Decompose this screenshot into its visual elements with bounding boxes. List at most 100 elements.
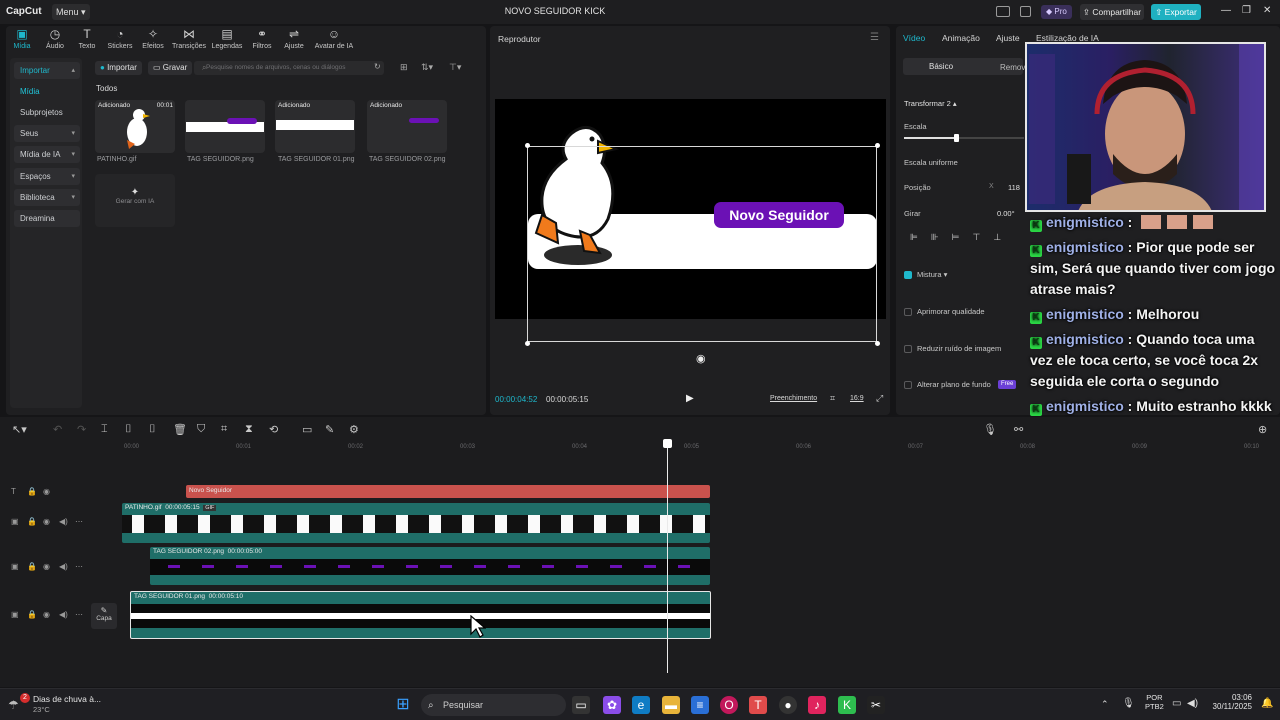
blend-checkbox[interactable] — [904, 271, 912, 279]
marker-icon[interactable]: ⛉ — [197, 423, 205, 436]
crop-icon[interactable]: ⌗ — [830, 393, 835, 404]
nav-library[interactable]: Biblioteca ▾ — [14, 189, 80, 206]
pro-badge[interactable]: ◆ Pro — [1041, 5, 1072, 19]
notepad-icon[interactable]: ≡ — [691, 696, 709, 714]
ai-tool-icon[interactable]: ⚙ — [349, 423, 359, 436]
zoom-icon[interactable]: ⊕ — [1258, 423, 1267, 436]
crop-tool-icon[interactable]: ⌗ — [221, 423, 227, 436]
microphone-icon[interactable]: 🎙 — [983, 423, 997, 436]
generate-ai-button[interactable]: ✦ Gerar com IA — [95, 174, 175, 227]
magic-icon[interactable]: ✎ — [325, 423, 334, 436]
more-icon[interactable]: ⋯ — [75, 610, 83, 619]
tag01-clip[interactable]: TAG SEGUIDOR 01.png 00:00:05:10 — [130, 591, 711, 639]
tag02-clip[interactable]: TAG SEGUIDOR 02.png 00:00:05:00 — [150, 547, 710, 585]
media-item-patinho[interactable]: Adicionado 00:01 — [95, 100, 175, 153]
obs-icon[interactable]: ● — [779, 696, 797, 714]
import-button[interactable]: ● Importar — [95, 61, 142, 75]
grid-view-icon[interactable]: ⊞ — [400, 62, 408, 73]
volume-icon[interactable]: ◀) — [1187, 698, 1198, 709]
freeze-icon[interactable]: ▭ — [302, 423, 312, 436]
align-toolbar[interactable]: ⊫⊪⊨⊤⊥ — [910, 232, 1014, 243]
record-button[interactable]: ▭ Gravar — [148, 61, 193, 75]
tab-adjust-inspector[interactable]: Ajuste — [996, 33, 1020, 43]
eye-icon[interactable]: ◉ — [43, 610, 50, 619]
lock-icon[interactable]: 🔒 — [27, 562, 37, 571]
scale-slider[interactable] — [904, 134, 1024, 142]
subtab-remove[interactable]: Remov — [1000, 63, 1025, 72]
opera-icon[interactable]: O — [720, 696, 738, 714]
nav-import[interactable]: Importar ▴ — [14, 62, 80, 79]
minimize-icon[interactable]: — — [1221, 5, 1231, 16]
chevron-up-icon[interactable]: ⌃ — [1101, 699, 1109, 710]
delete-icon[interactable]: 🗑 — [173, 423, 187, 436]
nav-dreamina[interactable]: Dreamina — [14, 210, 80, 227]
resize-handle[interactable] — [525, 143, 530, 148]
file-explorer-icon[interactable]: ▬ — [662, 696, 680, 714]
resize-handle[interactable] — [875, 341, 880, 346]
media-item-tag-seguidor[interactable] — [185, 100, 265, 153]
background-checkbox[interactable] — [904, 381, 912, 389]
speaker-icon[interactable]: ◀) — [59, 517, 68, 526]
resize-handle[interactable] — [875, 143, 880, 148]
sort-icon[interactable]: ⇅▾ — [421, 62, 433, 73]
text-clip[interactable]: Novo Seguidor — [186, 485, 710, 498]
taskbar-search[interactable]: Pesquisar — [421, 694, 566, 716]
eye-icon[interactable]: ◉ — [43, 487, 50, 496]
select-tool-icon[interactable]: ↖▾ — [12, 423, 27, 436]
tab-adjust[interactable]: ⇌ Ajuste — [274, 28, 314, 51]
windows-start-icon[interactable]: ⊞ — [394, 696, 412, 714]
capcut-icon[interactable]: ♪ — [808, 696, 826, 714]
playhead[interactable] — [663, 439, 672, 673]
lock-icon[interactable]: 🔒 — [27, 517, 37, 526]
export-button[interactable]: ⇧ Exportar — [1151, 4, 1201, 20]
mirror-icon[interactable]: ⧗ — [245, 423, 253, 436]
tab-animation[interactable]: Animação — [942, 33, 980, 43]
weather-widget[interactable]: 2 ☂ Dias de chuva à... 23°C — [6, 693, 136, 717]
player-menu-icon[interactable]: ☰ — [870, 32, 879, 43]
enhance-checkbox[interactable] — [904, 308, 912, 316]
rotate-handle-icon[interactable]: ◉ — [696, 352, 706, 365]
tab-ai-avatar[interactable]: ☺ Avatar de IA — [309, 28, 359, 51]
layout-icon[interactable] — [996, 6, 1010, 17]
kick-icon[interactable]: K — [838, 696, 856, 714]
capcut-editor-icon[interactable]: ✂ — [867, 696, 885, 714]
split-left-icon[interactable]: ⌷ — [125, 423, 132, 436]
nav-media[interactable]: Mídia — [14, 83, 80, 100]
playhead-handle[interactable] — [663, 439, 672, 448]
copilot-icon[interactable]: ✿ — [603, 696, 621, 714]
lock-icon[interactable]: 🔒 — [27, 487, 37, 496]
speaker-icon[interactable]: ◀) — [59, 610, 68, 619]
monitor-icon[interactable] — [1020, 6, 1031, 17]
patinho-clip[interactable]: PATINHO.gif 00:00:05:15 GIF — [122, 503, 710, 543]
transform-header[interactable]: Transformar 2 ▴ — [904, 99, 957, 108]
maximize-icon[interactable]: ❐ — [1242, 5, 1251, 16]
split-icon[interactable]: ⌶ — [101, 423, 108, 436]
tab-effects[interactable]: ✧ Efeitos — [133, 28, 173, 51]
filter-icon[interactable]: ⊤▾ — [449, 62, 461, 73]
lock-icon[interactable]: 🔒 — [27, 610, 37, 619]
clock[interactable]: 03:06 30/11/2025 — [1210, 693, 1252, 711]
preview-canvas[interactable]: Novo Seguidor — [495, 99, 886, 342]
denoise-checkbox[interactable] — [904, 345, 912, 353]
tab-transitions[interactable]: ⋈ Transições — [169, 28, 209, 51]
selection-box[interactable] — [527, 146, 877, 342]
notification-icon[interactable]: 🔔 — [1261, 698, 1273, 709]
mic-tray-icon[interactable]: 🎙 — [1122, 698, 1135, 709]
edge-icon[interactable]: e — [632, 696, 650, 714]
tab-video[interactable]: Vídeo — [903, 33, 925, 43]
close-icon[interactable]: ✕ — [1263, 5, 1271, 16]
more-icon[interactable]: ⋯ — [75, 517, 83, 526]
share-button[interactable]: ⇪ Compartilhar — [1080, 4, 1144, 20]
fill-button[interactable]: Preenchimento — [770, 395, 817, 402]
nav-ai-media[interactable]: Mídia de IA ▾ — [14, 146, 80, 163]
eye-icon[interactable]: ◉ — [43, 562, 50, 571]
language-indicator[interactable]: POR PTB2 — [1145, 693, 1164, 711]
menu-button[interactable]: Menu ▾ — [52, 4, 90, 20]
nav-subprojects[interactable]: Subprojetos — [14, 104, 80, 121]
refresh-icon[interactable]: ↻ — [374, 62, 381, 71]
timeline-ruler[interactable]: 00:00 00:01 00:02 00:03 00:04 00:05 00:0… — [0, 441, 1280, 455]
more-icon[interactable]: ⋯ — [75, 562, 83, 571]
media-item-tag-seguidor-01[interactable]: Adicionado — [275, 100, 355, 153]
blend-toggle[interactable]: Mistura ▾ — [917, 270, 947, 279]
play-icon[interactable]: ▶ — [686, 393, 694, 404]
